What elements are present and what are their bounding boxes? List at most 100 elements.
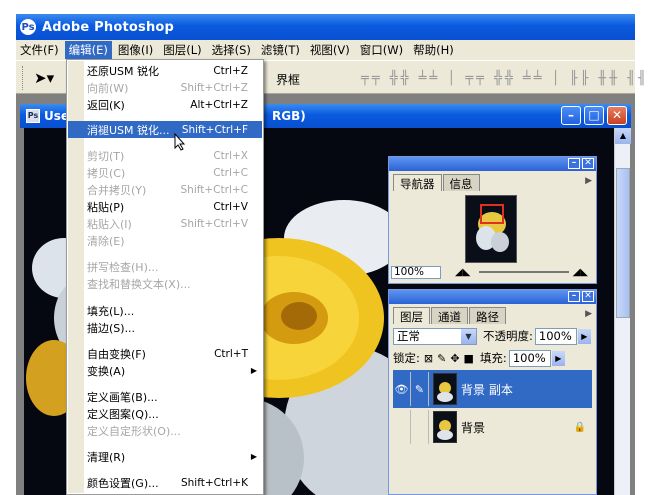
menu-item-purge[interactable]: 清理(R) ▶ bbox=[68, 448, 262, 465]
tab-paths[interactable]: 路径 bbox=[469, 307, 506, 324]
panel-close-button[interactable]: ✕ bbox=[582, 158, 594, 169]
panel-minimize-button[interactable]: – bbox=[568, 291, 580, 302]
navigator-zoom-row: 100% ◢◣ ◢◣ bbox=[391, 265, 594, 279]
tab-navigator[interactable]: 导航器 bbox=[393, 174, 442, 191]
panel-titlebar[interactable]: – ✕ bbox=[389, 290, 596, 304]
menu-select[interactable]: 选择(S) bbox=[208, 41, 255, 59]
menu-file[interactable]: 文件(F) bbox=[16, 41, 63, 59]
lock-row: 锁定: ⊠ ✎ ✥ ■ 填充: 100% ▶ bbox=[393, 348, 592, 368]
navigator-tabs: 导航器 信息 bbox=[393, 174, 481, 191]
menu-item-clear[interactable]: 清除(E) bbox=[68, 232, 262, 249]
menu-item-transform[interactable]: 变换(A) ▶ bbox=[68, 362, 262, 379]
scroll-thumb[interactable] bbox=[616, 168, 630, 318]
tab-channels[interactable]: 通道 bbox=[431, 307, 468, 324]
menu-help[interactable]: 帮助(H) bbox=[409, 41, 458, 59]
fill-arrow-icon[interactable]: ▶ bbox=[551, 350, 565, 366]
document-icon: Ps bbox=[26, 109, 40, 123]
lock-move-icon[interactable]: ✥ bbox=[450, 352, 459, 365]
visibility-toggle[interactable] bbox=[393, 410, 411, 444]
menu-item-paste-into[interactable]: 粘贴入(I) Shift+Ctrl+V bbox=[68, 215, 262, 232]
lock-label: 锁定: bbox=[393, 351, 420, 365]
show-bounds-label: 界框 bbox=[276, 73, 301, 87]
menu-image[interactable]: 图像(I) bbox=[114, 41, 157, 59]
minimize-button[interactable]: – bbox=[561, 106, 581, 125]
menu-edit[interactable]: 编辑(E) bbox=[64, 41, 112, 59]
menu-window[interactable]: 窗口(W) bbox=[356, 41, 407, 59]
layer-thumbnail bbox=[433, 373, 457, 405]
layers-panel: – ✕ 图层 通道 路径 ▶ 正常 ▼ 不透明度: 100% ▶ 锁定: ⊠ ✎… bbox=[388, 289, 597, 495]
menu-item-step-backward[interactable]: 返回(K) Alt+Ctrl+Z bbox=[68, 96, 262, 113]
move-tool-icon[interactable]: ➤▾ bbox=[34, 69, 54, 87]
zoom-in-icon[interactable]: ◢◣ bbox=[573, 267, 588, 278]
menu-separator bbox=[87, 116, 259, 117]
opacity-label: 不透明度: bbox=[483, 329, 533, 343]
menu-item-copy-merged[interactable]: 合并拷贝(Y) Shift+Ctrl+C bbox=[68, 181, 262, 198]
lock-brush-icon[interactable]: ✎ bbox=[437, 352, 446, 365]
menu-separator bbox=[87, 443, 259, 444]
maximize-button[interactable]: □ bbox=[584, 106, 604, 125]
zoom-out-icon[interactable]: ◢◣ bbox=[455, 267, 470, 278]
menu-view[interactable]: 视图(V) bbox=[306, 41, 354, 59]
link-toggle[interactable] bbox=[411, 410, 429, 444]
menu-item-step-forward[interactable]: 向前(W) Shift+Ctrl+Z bbox=[68, 79, 262, 96]
menu-item-find-replace[interactable]: 查找和替换文本(X)... bbox=[68, 275, 262, 292]
view-box[interactable] bbox=[480, 204, 504, 224]
document-mode: RGB) bbox=[272, 109, 306, 123]
panel-minimize-button[interactable]: – bbox=[568, 158, 580, 169]
lock-transparent-icon[interactable]: ⊠ bbox=[424, 352, 433, 365]
menu-item-color-settings[interactable]: 颜色设置(G)... Shift+Ctrl+K bbox=[68, 474, 262, 491]
panel-menu-icon[interactable]: ▶ bbox=[585, 309, 592, 319]
app-titlebar: Ps Adobe Photoshop bbox=[16, 14, 635, 40]
eye-icon[interactable]: 👁 bbox=[393, 372, 411, 406]
scroll-up-icon[interactable]: ▲ bbox=[615, 128, 631, 144]
menubar: 文件(F) 编辑(E) 图像(I) 图层(L) 选择(S) 滤镜(T) 视图(V… bbox=[16, 40, 635, 60]
menu-item-fade[interactable]: 消褪USM 锐化... Shift+Ctrl+F bbox=[68, 121, 262, 138]
mouse-pointer-icon bbox=[174, 133, 186, 151]
menu-item-define-pattern[interactable]: 定义图案(Q)... bbox=[68, 405, 262, 422]
lock-all-icon[interactable]: ■ bbox=[464, 352, 474, 365]
submenu-arrow-icon: ▶ bbox=[250, 452, 257, 461]
panel-menu-icon[interactable]: ▶ bbox=[585, 176, 592, 186]
menu-item-fill[interactable]: 填充(L)... bbox=[68, 302, 262, 319]
layer-thumbnail bbox=[433, 411, 457, 443]
fill-field[interactable]: 100% bbox=[508, 349, 551, 367]
menu-separator bbox=[87, 253, 259, 254]
photoshop-app-icon: Ps bbox=[20, 19, 36, 35]
brush-icon[interactable]: ✎ bbox=[411, 372, 429, 406]
layer-row-background-copy[interactable]: 👁 ✎ 背景 副本 bbox=[393, 370, 592, 408]
opacity-arrow-icon[interactable]: ▶ bbox=[577, 328, 591, 344]
menu-layer[interactable]: 图层(L) bbox=[159, 41, 205, 59]
layer-name: 背景 副本 bbox=[461, 382, 513, 397]
navigator-thumbnail[interactable] bbox=[465, 195, 517, 263]
align-buttons-icon[interactable]: ╤╤ ╬╬ ╧╧ │ ╤╤ ╬╬ ╧╧ │ ╟╟ ╫╫ ╢╢ bbox=[361, 71, 649, 86]
menu-item-copy[interactable]: 拷贝(C) Ctrl+C bbox=[68, 164, 262, 181]
app-title: Adobe Photoshop bbox=[42, 19, 175, 35]
layers-tabs: 图层 通道 路径 bbox=[393, 307, 507, 324]
menu-filter[interactable]: 滤镜(T) bbox=[257, 41, 304, 59]
menu-item-free-transform[interactable]: 自由变换(F) Ctrl+T bbox=[68, 345, 262, 362]
menu-item-stroke[interactable]: 描边(S)... bbox=[68, 319, 262, 336]
menu-separator bbox=[87, 141, 259, 142]
tab-info[interactable]: 信息 bbox=[442, 174, 480, 191]
menu-item-define-brush[interactable]: 定义画笔(B)... bbox=[68, 388, 262, 405]
zoom-slider[interactable] bbox=[479, 271, 569, 273]
lock-icon: 🔒 bbox=[573, 421, 586, 433]
menu-separator bbox=[87, 469, 259, 470]
close-button[interactable]: ✕ bbox=[607, 106, 627, 125]
menu-item-cut[interactable]: 剪切(T) Ctrl+X bbox=[68, 147, 262, 164]
vertical-scrollbar[interactable]: ▲ bbox=[614, 128, 631, 495]
menu-item-undo[interactable]: 还原USM 锐化 Ctrl+Z bbox=[68, 62, 262, 79]
blend-mode-select[interactable]: 正常 ▼ bbox=[393, 327, 477, 345]
menu-separator bbox=[87, 383, 259, 384]
panel-close-button[interactable]: ✕ bbox=[582, 291, 594, 302]
toolbar-grip[interactable] bbox=[22, 66, 25, 90]
menu-item-paste[interactable]: 粘贴(P) Ctrl+V bbox=[68, 198, 262, 215]
layer-row-background[interactable]: 背景 🔒 bbox=[393, 408, 592, 446]
opacity-field[interactable]: 100% bbox=[534, 327, 577, 345]
menu-item-define-custom-shape[interactable]: 定义自定形状(O)... bbox=[68, 422, 262, 439]
panel-titlebar[interactable]: – ✕ bbox=[389, 157, 596, 171]
zoom-field[interactable]: 100% bbox=[391, 265, 441, 279]
tab-layers[interactable]: 图层 bbox=[393, 307, 430, 324]
menu-item-check-spelling[interactable]: 拼写检查(H)... bbox=[68, 258, 262, 275]
screenshot: Ps Adobe Photoshop 文件(F) 编辑(E) 图像(I) 图层(… bbox=[0, 0, 651, 495]
